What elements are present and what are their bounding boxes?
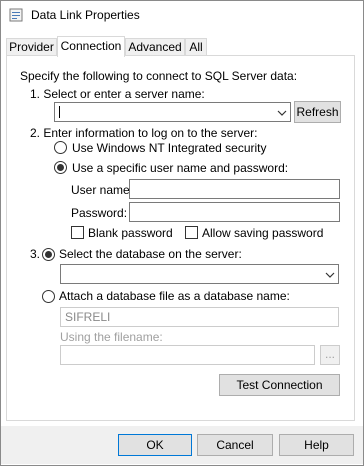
tab-provider[interactable]: Provider — [6, 38, 57, 55]
tab-all[interactable]: All — [185, 38, 207, 55]
radio-selected-dot — [45, 251, 52, 258]
attach-database-radio[interactable] — [42, 290, 55, 303]
specific-user-label[interactable]: Use a specific user name and password: — [72, 161, 288, 175]
step1-label: 1. Select or enter a server name: — [30, 87, 205, 101]
test-connection-button[interactable]: Test Connection — [219, 374, 340, 396]
browse-button[interactable]: ... — [320, 345, 340, 365]
help-button[interactable]: Help — [279, 434, 354, 456]
data-link-icon — [9, 8, 23, 22]
nt-security-label[interactable]: Use Windows NT Integrated security — [72, 141, 267, 155]
window-title: Data Link Properties — [31, 8, 140, 22]
password-field[interactable] — [129, 202, 340, 222]
radio-selected-dot — [57, 164, 64, 171]
allow-saving-password-checkbox[interactable] — [185, 226, 198, 239]
select-database-radio[interactable] — [42, 248, 55, 261]
nt-security-radio[interactable] — [54, 141, 67, 154]
cancel-button[interactable]: Cancel — [197, 434, 273, 456]
database-combobox[interactable] — [60, 264, 339, 284]
server-name-combobox[interactable] — [54, 102, 291, 122]
ok-button[interactable]: OK — [118, 434, 192, 456]
intro-text: Specify the following to connect to SQL … — [20, 69, 298, 83]
attach-database-name-value: SIFRELI — [65, 310, 111, 324]
chevron-down-icon[interactable] — [277, 107, 287, 117]
tab-connection[interactable]: Connection — [57, 36, 125, 57]
step2-label: 2. Enter information to log on to the se… — [30, 126, 258, 140]
text-cursor — [59, 106, 60, 118]
using-filename-label: Using the filename: — [60, 330, 163, 344]
step3-label: 3. — [30, 247, 41, 261]
filename-field[interactable] — [60, 345, 315, 365]
attach-database-label[interactable]: Attach a database file as a database nam… — [59, 289, 290, 303]
refresh-button[interactable]: Refresh — [294, 101, 341, 123]
username-field[interactable] — [129, 179, 340, 199]
title-bar: Data Link Properties — [1, 1, 363, 29]
username-label: User name: — [71, 183, 134, 197]
password-label: Password: — [71, 206, 128, 220]
blank-password-label[interactable]: Blank password — [88, 226, 173, 240]
select-database-label[interactable]: Select the database on the server: — [59, 247, 242, 261]
attach-database-name-field[interactable]: SIFRELI — [60, 307, 339, 327]
allow-saving-password-label[interactable]: Allow saving password — [202, 226, 323, 240]
specific-user-radio[interactable] — [54, 161, 67, 174]
chevron-down-icon[interactable] — [325, 269, 335, 279]
tab-advanced[interactable]: Advanced — [125, 38, 185, 55]
blank-password-checkbox[interactable] — [71, 226, 84, 239]
